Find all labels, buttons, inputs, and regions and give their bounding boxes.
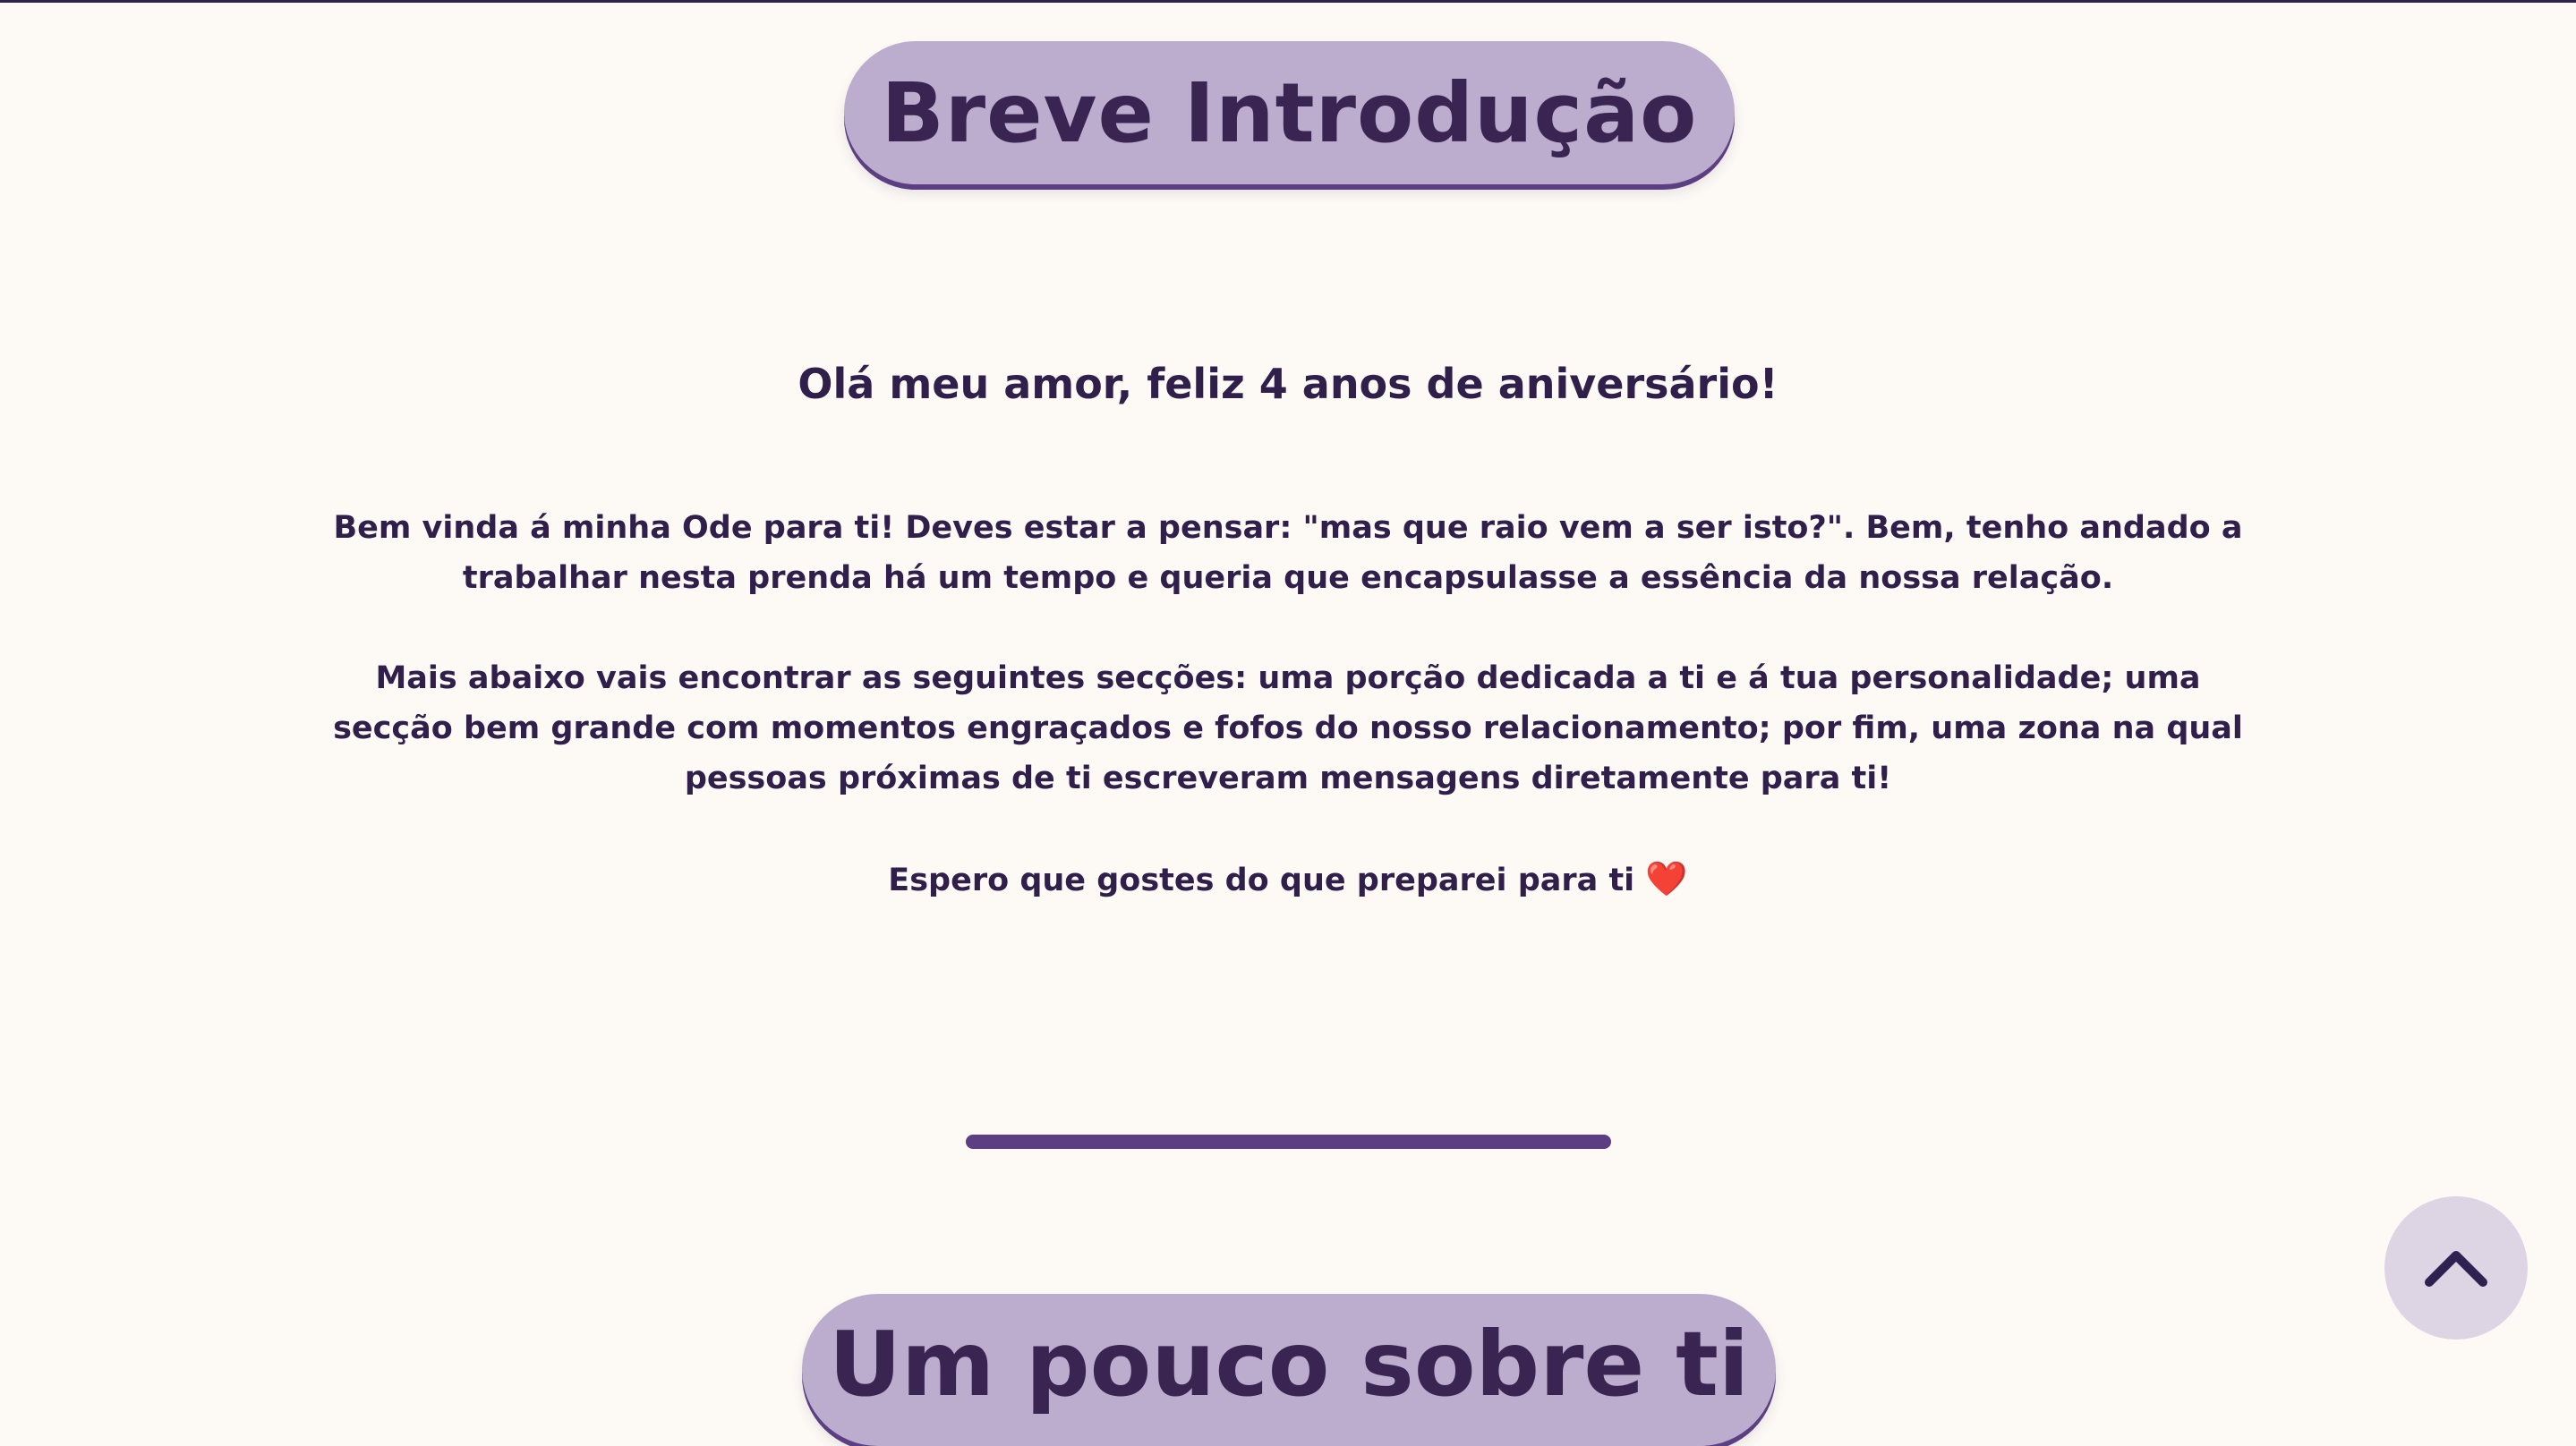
chevron-up-icon (2425, 1251, 2487, 1287)
intro-greeting: Olá meu amor, feliz 4 anos de aniversári… (798, 360, 1778, 408)
next-section-title: Um pouco sobre ti (828, 1312, 1750, 1416)
section-divider (966, 1135, 1611, 1149)
intro-title-pill: Breve Introdução (844, 41, 1735, 184)
top-border (0, 0, 2576, 3)
next-section-title-pill: Um pouco sobre ti (802, 1294, 1776, 1446)
intro-paragraph-1: Bem vinda á minha Ode para ti! Deves est… (333, 510, 2243, 596)
heart-icon: ❤️ (1645, 859, 1688, 898)
intro-title: Breve Introdução (881, 64, 1698, 161)
intro-closing: Espero que gostes do que preparei para t… (888, 863, 1635, 898)
intro-closing-line: Espero que gostes do que preparei para t… (322, 854, 2254, 906)
intro-body: Bem vinda á minha Ode para ti! Deves est… (322, 503, 2254, 956)
intro-paragraph-2: Mais abaixo vais encontrar as seguintes … (333, 660, 2243, 796)
scroll-to-top-button[interactable] (2384, 1196, 2528, 1340)
